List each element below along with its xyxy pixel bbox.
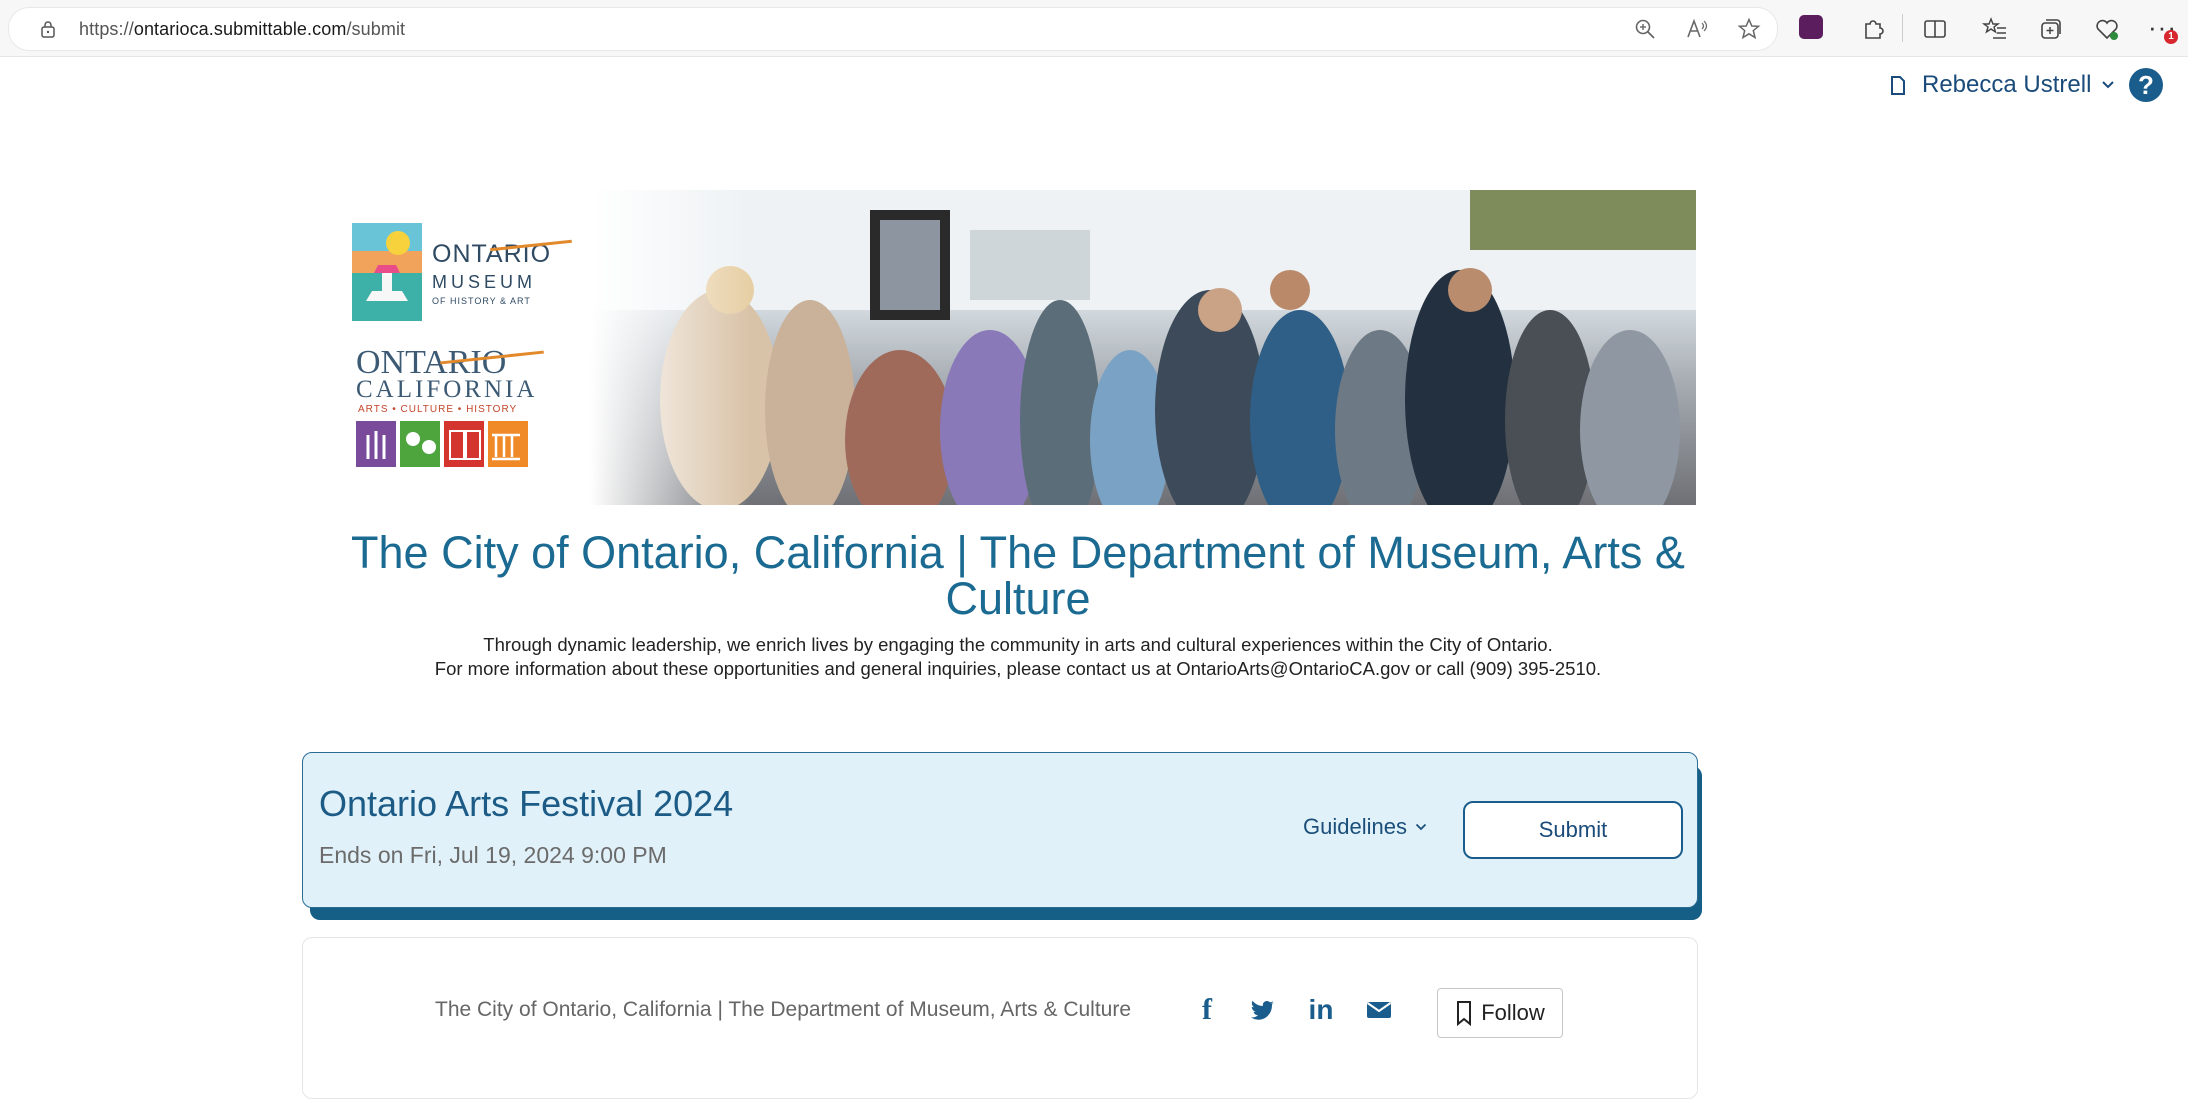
favorite-star-icon[interactable]	[1737, 17, 1761, 41]
extension-icon[interactable]	[1799, 15, 1823, 39]
help-button[interactable]: ?	[2129, 68, 2163, 102]
page-tagline: Through dynamic leadership, we enrich li…	[340, 633, 1696, 681]
follow-button[interactable]: Follow	[1437, 988, 1563, 1038]
city-logo-line2: CALIFORNIA	[356, 376, 538, 403]
bookmark-icon	[1457, 1001, 1472, 1026]
address-bar[interactable]: https://ontarioca.submittable.com/submit	[8, 7, 1778, 51]
puzzle-extensions-icon[interactable]	[1860, 16, 1886, 42]
profile-icon	[1891, 76, 1905, 95]
user-name: Rebecca Ustrell	[1922, 71, 2092, 98]
split-screen-icon[interactable]	[1922, 16, 1948, 42]
museum-logo-line3: OF HISTORY & ART	[432, 296, 531, 306]
twitter-icon[interactable]	[1249, 996, 1277, 1024]
browser-toolbar: https://ontarioca.submittable.com/submit	[0, 0, 2188, 57]
opportunity-title[interactable]: Ontario Arts Festival 2024	[319, 783, 733, 825]
organization-name: The City of Ontario, California | The De…	[435, 998, 1132, 1021]
chevron-down-icon	[2102, 81, 2115, 89]
chevron-down-icon	[1415, 823, 1427, 831]
museum-logo-icon	[352, 223, 422, 321]
organization-footer: The City of Ontario, California | The De…	[302, 937, 1698, 1099]
tagline-line-1: Through dynamic leadership, we enrich li…	[483, 634, 1553, 655]
linkedin-icon[interactable]: in	[1307, 994, 1335, 1025]
guidelines-dropdown[interactable]: Guidelines	[1303, 814, 1427, 840]
toolbar-divider	[1902, 14, 1903, 42]
browser-essentials-icon[interactable]	[2094, 16, 2120, 42]
organization-banner: ONTARIO MUSEUM OF HISTORY & ART ONTARIO …	[340, 190, 1696, 505]
collections-icon[interactable]	[2038, 16, 2064, 42]
banner-fade	[590, 190, 750, 505]
url-path: /submit	[346, 19, 406, 39]
favorites-icon[interactable]	[1982, 16, 2008, 42]
email-icon[interactable]	[1365, 996, 1393, 1024]
url-host: ontarioca.submittable.com	[133, 19, 347, 39]
zoom-icon[interactable]	[1633, 17, 1657, 41]
follow-label: Follow	[1481, 1000, 1545, 1025]
museum-logo-line2: MUSEUM	[432, 272, 536, 292]
url-text[interactable]: https://ontarioca.submittable.com/submit	[79, 19, 405, 40]
url-scheme: https://	[79, 19, 134, 39]
guidelines-label: Guidelines	[1303, 814, 1407, 839]
submit-button[interactable]: Submit	[1463, 801, 1683, 859]
logo-tile-glyphs	[366, 430, 520, 461]
notification-badge: 1	[2164, 30, 2178, 44]
facebook-icon[interactable]: f	[1193, 993, 1221, 1026]
opportunity-card: Ontario Arts Festival 2024 Ends on Fri, …	[302, 752, 1698, 908]
opportunity-deadline: Ends on Fri, Jul 19, 2024 9:00 PM	[319, 842, 667, 868]
tagline-line-2: For more information about these opportu…	[434, 658, 1602, 679]
lock-icon[interactable]	[39, 20, 57, 38]
city-logo-line3: ARTS • CULTURE • HISTORY	[358, 404, 518, 415]
user-menu[interactable]: Rebecca Ustrell	[1888, 68, 2115, 102]
festival-crowd-photo	[590, 190, 1696, 505]
crowd-photo-illustration	[590, 190, 1696, 505]
page-title: The City of Ontario, California | The De…	[351, 527, 1685, 624]
read-aloud-icon[interactable]	[1685, 17, 1709, 41]
